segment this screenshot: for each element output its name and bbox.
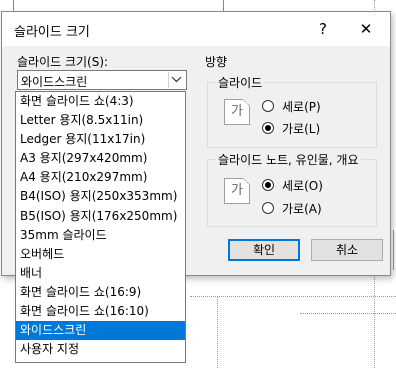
size-option-selected[interactable]: 와이드스크린 [16, 321, 185, 341]
size-option[interactable]: B5(ISO) 용지(176x250mm) [16, 207, 185, 226]
slide-size-label: 슬라이드 크기(S): [17, 55, 109, 69]
slide-size-dropdown-list: 화면 슬라이드 쇼(4:3) Letter 용지(8.5x11in) Ledge… [15, 91, 186, 363]
size-option[interactable]: 화면 슬라이드 쇼(4:3) [16, 92, 185, 111]
notes-portrait-label: 세로(O) [282, 179, 323, 193]
slides-group-title: 슬라이드 [216, 74, 265, 91]
slides-orientation-group: 슬라이드 가 세로(P) 가로(L) [207, 74, 377, 148]
size-option[interactable]: 35mm 슬라이드 [16, 226, 185, 245]
close-button[interactable]: ✕ [352, 17, 380, 41]
size-option[interactable]: B4(ISO) 용지(250x353mm) [16, 187, 185, 206]
slides-portrait-radio-circle[interactable] [262, 100, 274, 112]
title-bar: 슬라이드 크기 ? ✕ [2, 12, 390, 46]
orientation-label: 방향 [205, 55, 228, 69]
ok-button[interactable]: 확인 [228, 239, 300, 261]
cancel-button[interactable]: 취소 [311, 239, 383, 261]
size-option[interactable]: A4 용지(210x297mm) [16, 168, 185, 187]
notes-orientation-icon: 가 [224, 178, 250, 204]
notes-portrait-radio-circle[interactable] [262, 179, 274, 191]
size-option[interactable]: 오버헤드 [16, 245, 185, 264]
notes-landscape-radio-circle[interactable] [262, 202, 274, 214]
size-option[interactable]: 사용자 지정 [16, 340, 185, 359]
size-option[interactable]: 화면 슬라이드 쇼(16:9) [16, 283, 185, 302]
help-button[interactable]: ? [309, 17, 337, 41]
guide-dotted-h2 [300, 313, 396, 314]
size-option[interactable]: A3 용지(297x420mm) [16, 149, 185, 168]
notes-orientation-group: 슬라이드 노트, 유인물, 개요 가 세로(O) 가로(A) [207, 151, 377, 227]
slide-size-combobox[interactable]: 와이드스크린 [17, 70, 187, 90]
slides-portrait-label: 세로(P) [282, 100, 321, 114]
slide-orientation-icon: 가 [224, 99, 250, 125]
size-option[interactable]: Ledger 용지(11x17in) [16, 130, 185, 149]
slides-landscape-radio-circle[interactable] [262, 122, 274, 134]
notes-landscape-label: 가로(A) [282, 202, 322, 216]
slides-landscape-label: 가로(L) [282, 122, 321, 136]
dialog-title: 슬라이드 크기 [14, 25, 90, 40]
notes-group-title: 슬라이드 노트, 유인물, 개요 [216, 151, 361, 168]
chevron-down-icon[interactable] [168, 72, 185, 88]
guide-dotted-v2 [217, 296, 218, 368]
slide-size-value: 와이드스크린 [21, 75, 88, 89]
size-option[interactable]: 화면 슬라이드 쇼(16:10) [16, 302, 185, 321]
size-option[interactable]: Letter 용지(8.5x11in) [16, 111, 185, 130]
size-option[interactable]: 배너 [16, 264, 185, 283]
guide-dotted-h [190, 296, 396, 297]
guide-dotted-v3 [393, 230, 394, 270]
